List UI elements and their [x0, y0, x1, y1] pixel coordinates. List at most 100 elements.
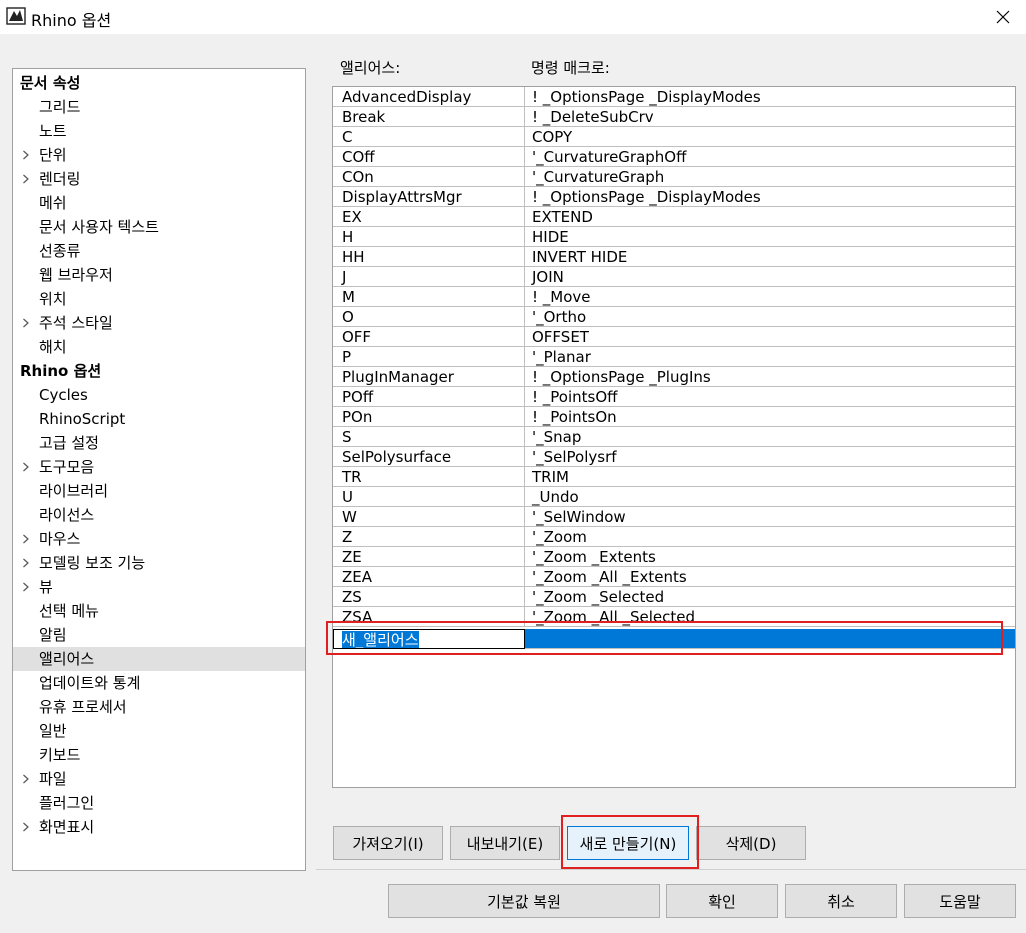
alias-row[interactable]: H HIDE	[333, 227, 1015, 247]
macro-cell[interactable]: '_Zoom _Extents	[525, 547, 1015, 567]
chevron-right-icon[interactable]	[22, 143, 32, 167]
alias-cell[interactable]: EX	[333, 207, 525, 227]
alias-cell[interactable]: U	[333, 487, 525, 507]
alias-row[interactable]: OFF OFFSET	[333, 327, 1015, 347]
tree-item[interactable]: 마우스	[13, 527, 305, 551]
alias-row[interactable]: ZS '_Zoom _Selected	[333, 587, 1015, 607]
cancel-button[interactable]: 취소	[785, 884, 897, 918]
alias-cell[interactable]: O	[333, 307, 525, 327]
alias-cell[interactable]: POn	[333, 407, 525, 427]
ok-button[interactable]: 확인	[666, 884, 778, 918]
macro-cell[interactable]: ! _Move	[525, 287, 1015, 307]
alias-row[interactable]: DisplayAttrsMgr! _OptionsPage _DisplayMo…	[333, 187, 1015, 207]
tree-item[interactable]: 라이브러리	[13, 479, 305, 503]
alias-row[interactable]: HH INVERT HIDE	[333, 247, 1015, 267]
alias-cell[interactable]: POff	[333, 387, 525, 407]
alias-cell[interactable]: ZS	[333, 587, 525, 607]
alias-cell[interactable]: HH	[333, 247, 525, 267]
tree-item[interactable]: 업데이트와 통계	[13, 671, 305, 695]
alias-cell[interactable]: PlugInManager	[333, 367, 525, 387]
macro-cell[interactable]: COPY	[525, 127, 1015, 147]
alias-row[interactable]: POn! _PointsOn	[333, 407, 1015, 427]
macro-cell[interactable]: OFFSET	[525, 327, 1015, 347]
tree-item[interactable]: 알림	[13, 623, 305, 647]
macro-cell[interactable]: _Undo	[525, 487, 1015, 507]
tree-item[interactable]: 단위	[13, 143, 305, 167]
alias-row[interactable]: Break! _DeleteSubCrv	[333, 107, 1015, 127]
alias-row[interactable]: Z '_Zoom	[333, 527, 1015, 547]
alias-row[interactable]: S '_Snap	[333, 427, 1015, 447]
tree-item[interactable]: 모델링 보조 기능	[13, 551, 305, 575]
tree-item[interactable]: 그리드	[13, 95, 305, 119]
alias-cell[interactable]: TR	[333, 467, 525, 487]
tree-item[interactable]: 플러그인	[13, 791, 305, 815]
chevron-right-icon[interactable]	[22, 767, 32, 791]
macro-cell[interactable]: '_Ortho	[525, 307, 1015, 327]
macro-cell[interactable]: '_CurvatureGraph	[525, 167, 1015, 187]
tree-item[interactable]: 고급 설정	[13, 431, 305, 455]
alias-row[interactable]: ZEA '_Zoom _All _Extents	[333, 567, 1015, 587]
export-button[interactable]: 내보내기(E)	[450, 826, 560, 860]
alias-cell[interactable]: COn	[333, 167, 525, 187]
alias-cell[interactable]: COff	[333, 147, 525, 167]
alias-cell[interactable]: SelPolysurface	[333, 447, 525, 467]
macro-cell[interactable]: '_Zoom	[525, 527, 1015, 547]
tree-item[interactable]: 렌더링	[13, 167, 305, 191]
macro-cell[interactable]: HIDE	[525, 227, 1015, 247]
chevron-right-icon[interactable]	[22, 167, 32, 191]
macro-cell[interactable]: '_CurvatureGraphOff	[525, 147, 1015, 167]
tree-item[interactable]: 위치	[13, 287, 305, 311]
macro-cell[interactable]: JOIN	[525, 267, 1015, 287]
tree-item[interactable]: 앨리어스	[13, 647, 305, 671]
chevron-right-icon[interactable]	[22, 575, 32, 599]
alias-cell[interactable]: C	[333, 127, 525, 147]
tree-item[interactable]: 문서 사용자 텍스트	[13, 215, 305, 239]
tree-item[interactable]: 파일	[13, 767, 305, 791]
macro-cell[interactable]: '_Planar	[525, 347, 1015, 367]
tree-item[interactable]: 도구모음	[13, 455, 305, 479]
alias-cell[interactable]: AdvancedDisplay	[333, 87, 525, 107]
alias-row[interactable]: U _Undo	[333, 487, 1015, 507]
alias-row[interactable]: POff! _PointsOff	[333, 387, 1015, 407]
alias-row[interactable]: C COPY	[333, 127, 1015, 147]
alias-cell[interactable]: S	[333, 427, 525, 447]
alias-row[interactable]: AdvancedDisplay! _OptionsPage _DisplayMo…	[333, 87, 1015, 107]
tree-item[interactable]: 문서 속성	[13, 71, 305, 95]
alias-row[interactable]: COn '_CurvatureGraph	[333, 167, 1015, 187]
macro-cell[interactable]: TRIM	[525, 467, 1015, 487]
alias-grid[interactable]: AdvancedDisplay! _OptionsPage _DisplayMo…	[332, 86, 1016, 788]
alias-cell[interactable]: Break	[333, 107, 525, 127]
alias-row[interactable]: M! _Move	[333, 287, 1015, 307]
delete-button[interactable]: 삭제(D)	[696, 826, 806, 860]
tree-item[interactable]: 화면표시	[13, 815, 305, 839]
alias-row[interactable]: P '_Planar	[333, 347, 1015, 367]
macro-cell[interactable]: ! _DeleteSubCrv	[525, 107, 1015, 127]
macro-cell[interactable]: EXTEND	[525, 207, 1015, 227]
macro-cell[interactable]: '_SelPolysrf	[525, 447, 1015, 467]
macro-cell[interactable]: '_Zoom _All _Extents	[525, 567, 1015, 587]
alias-cell[interactable]: J	[333, 267, 525, 287]
tree-item[interactable]: 키보드	[13, 743, 305, 767]
tree-item[interactable]: 노트	[13, 119, 305, 143]
tree-item[interactable]: 메쉬	[13, 191, 305, 215]
alias-cell[interactable]: Z	[333, 527, 525, 547]
alias-row[interactable]: EX EXTEND	[333, 207, 1015, 227]
chevron-right-icon[interactable]	[22, 455, 32, 479]
alias-cell[interactable]: OFF	[333, 327, 525, 347]
macro-cell[interactable]: ! _OptionsPage _PlugIns	[525, 367, 1015, 387]
tree-item[interactable]: 웹 브라우저	[13, 263, 305, 287]
chevron-right-icon[interactable]	[22, 551, 32, 575]
alias-row[interactable]: TR TRIM	[333, 467, 1015, 487]
options-tree[interactable]: 문서 속성 그리드 노트 단위 렌더링 메쉬 문서 사용자 텍스트 선종류 웹 브라우저 위치 주석…	[12, 68, 306, 871]
macro-cell[interactable]: '_Zoom _Selected	[525, 587, 1015, 607]
tree-item[interactable]: 선종류	[13, 239, 305, 263]
alias-row[interactable]: O '_Ortho	[333, 307, 1015, 327]
tree-item[interactable]: 라이선스	[13, 503, 305, 527]
close-button[interactable]	[980, 0, 1026, 34]
import-button[interactable]: 가져오기(I)	[333, 826, 443, 860]
tree-item[interactable]: Cycles	[13, 383, 305, 407]
alias-cell[interactable]: W	[333, 507, 525, 527]
chevron-right-icon[interactable]	[22, 815, 32, 839]
macro-cell[interactable]: ! _PointsOff	[525, 387, 1015, 407]
tree-item[interactable]: 해치	[13, 335, 305, 359]
